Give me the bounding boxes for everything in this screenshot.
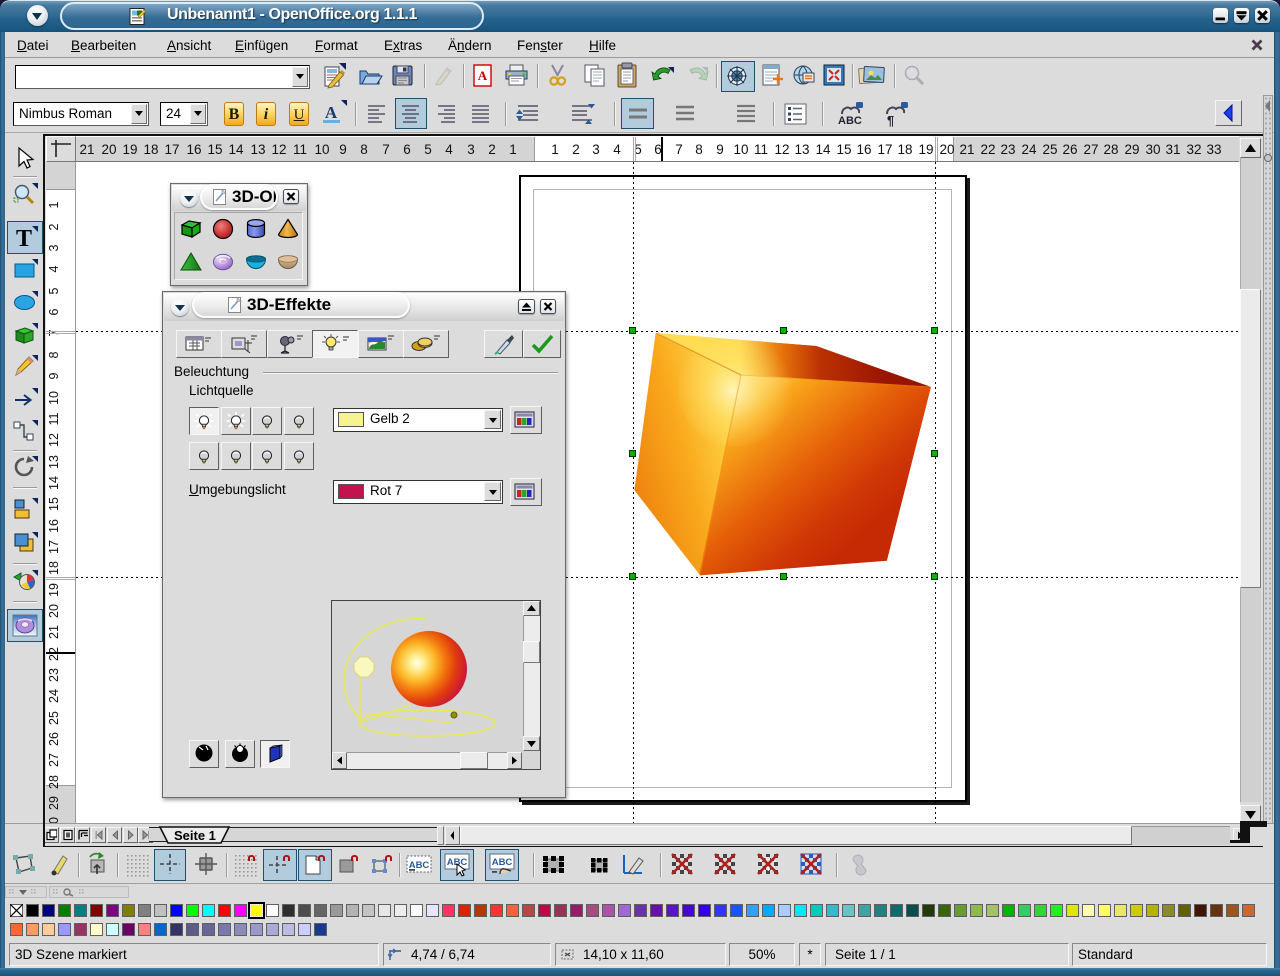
svg-text:ABC: ABC [492, 857, 513, 868]
svg-text:ABC: ABC [838, 115, 862, 127]
svg-text:T: T [16, 226, 32, 251]
svg-text:A: A [478, 68, 488, 83]
svg-text:¶: ¶ [887, 113, 894, 128]
svg-text:A: A [325, 103, 338, 122]
